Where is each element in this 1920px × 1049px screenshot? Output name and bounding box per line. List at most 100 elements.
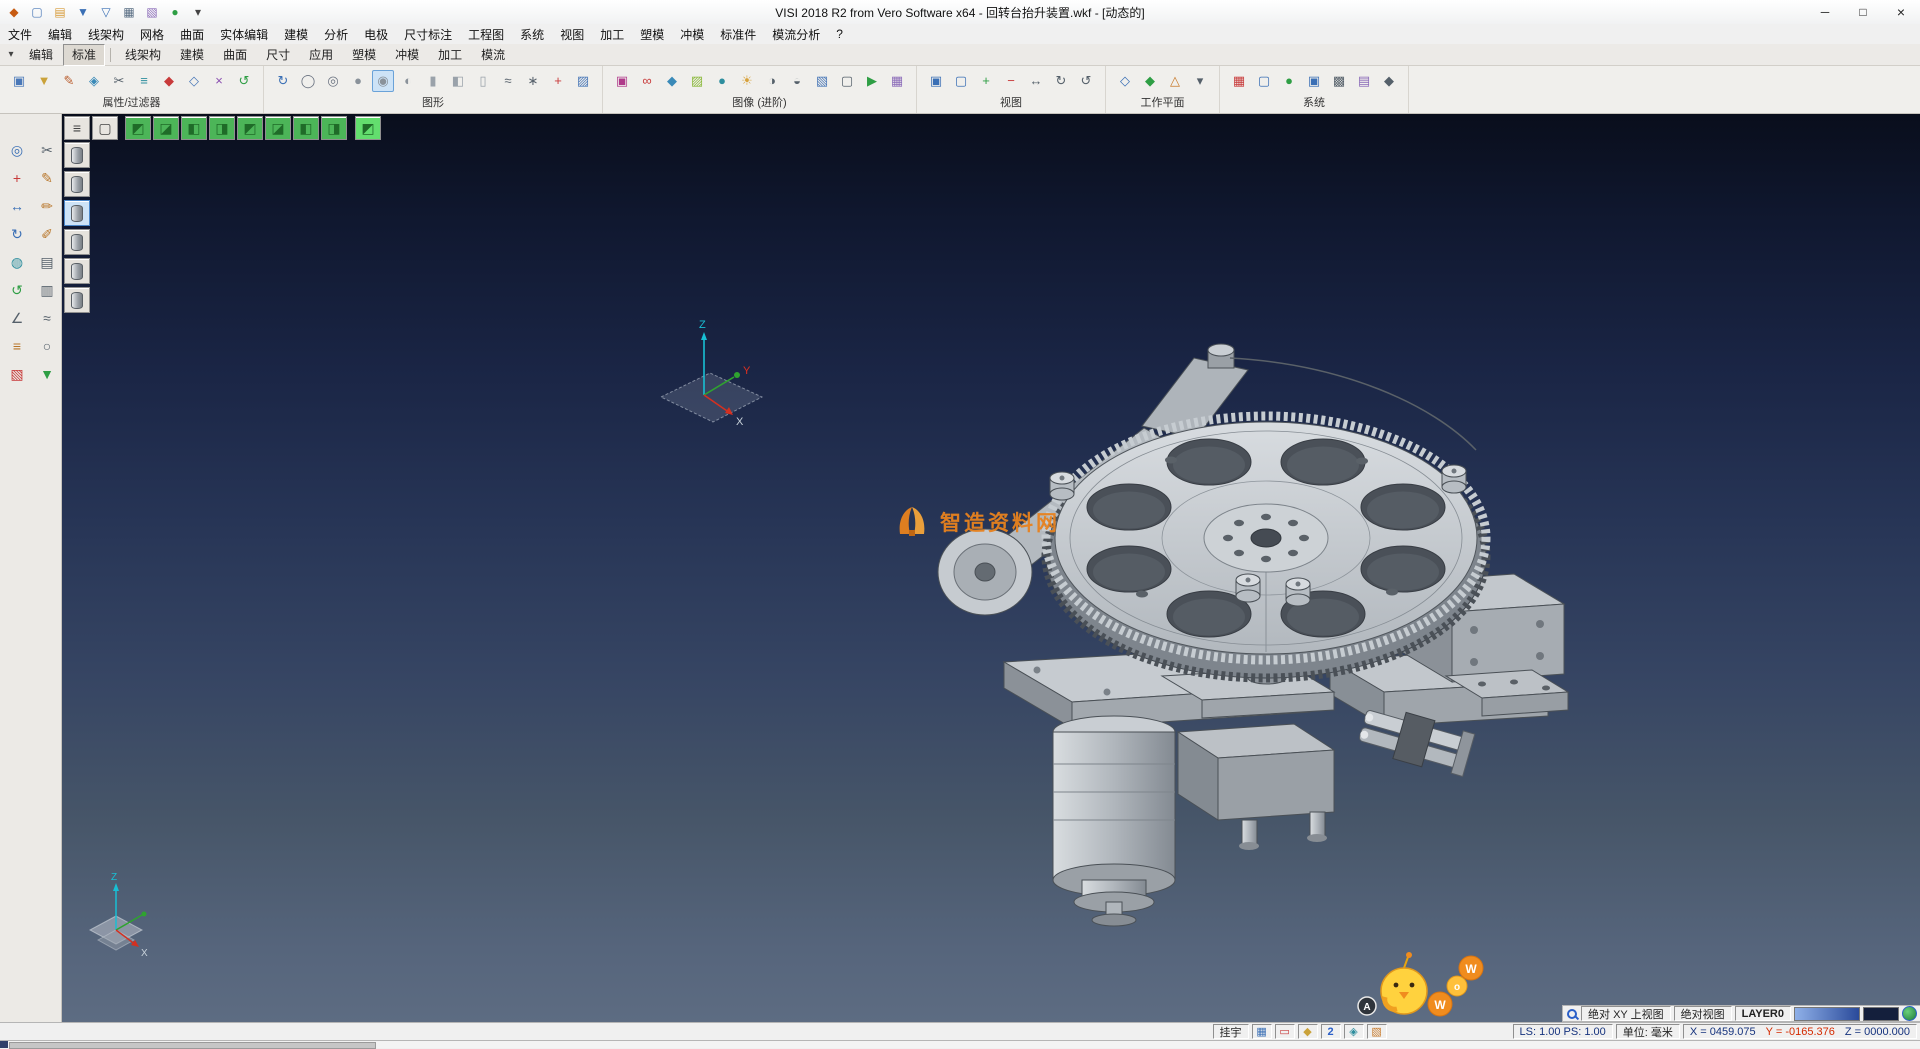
viewport-list-icon[interactable]: ≡	[64, 116, 90, 140]
menu-item[interactable]: 尺寸标注	[396, 26, 460, 43]
animation-icon[interactable]: ▶	[861, 70, 883, 92]
palette-icon[interactable]: ▧	[5, 362, 29, 386]
menu-item[interactable]: 系统	[512, 26, 552, 43]
maximize-button[interactable]: □	[1844, 0, 1882, 24]
database-icon[interactable]: ▤	[1353, 70, 1375, 92]
layer-manager-icon[interactable]: ≡	[133, 70, 155, 92]
menu-item[interactable]: 线架构	[80, 26, 132, 43]
viewport-single-icon[interactable]: ▢	[92, 116, 118, 140]
menu-item[interactable]: 标准件	[712, 26, 764, 43]
minimize-button[interactable]: ─	[1806, 0, 1844, 24]
menu-item[interactable]: 实体编辑	[212, 26, 276, 43]
zoom-in-icon[interactable]: +	[975, 70, 997, 92]
edge-display-icon[interactable]: ▯	[472, 70, 494, 92]
workplane-align-icon[interactable]: △	[1164, 70, 1186, 92]
menu-item[interactable]: 视图	[552, 26, 592, 43]
display-settings-icon[interactable]: ▢	[1253, 70, 1275, 92]
sheet-icon[interactable]: ▤	[35, 250, 59, 274]
redraw-icon[interactable]: ↻	[272, 70, 294, 92]
previous-view-icon[interactable]: ↺	[1075, 70, 1097, 92]
edge-select-icon[interactable]	[64, 200, 90, 226]
menu-item[interactable]: 建模	[276, 26, 316, 43]
pencil-icon[interactable]: ✎	[35, 166, 59, 190]
view-top-icon[interactable]: ◩	[125, 116, 151, 140]
grid-toggle-icon[interactable]: ▦	[1252, 1024, 1272, 1039]
cylinder-preview-icon[interactable]: ▮	[422, 70, 444, 92]
ribbon-tab[interactable]: 模流	[472, 44, 514, 66]
zoom-window-icon[interactable]: ▢	[950, 70, 972, 92]
3d-box-icon[interactable]: ◆	[1378, 70, 1400, 92]
snap-toggle-icon[interactable]: ◆	[1298, 1024, 1318, 1039]
menu-item[interactable]: 文件	[0, 26, 40, 43]
texture-icon[interactable]: ▨	[686, 70, 708, 92]
angle-icon[interactable]: ∠	[5, 306, 29, 330]
workplane-list-icon[interactable]: ▾	[1189, 70, 1211, 92]
match-properties-icon[interactable]: ✎	[58, 70, 80, 92]
ribbon-tab[interactable]: 塑模	[343, 44, 385, 66]
layer-color-swatch[interactable]	[1794, 1007, 1860, 1021]
magnifier-icon[interactable]	[1566, 1008, 1578, 1020]
zoom-all-icon[interactable]: ▣	[925, 70, 947, 92]
horizontal-scrollbar[interactable]	[0, 1040, 1920, 1048]
color-palette-icon[interactable]: ▦	[1228, 70, 1250, 92]
shaded-edge-mode-icon[interactable]: ◉	[372, 70, 394, 92]
note-icon[interactable]: ▥	[35, 278, 59, 302]
snapshot-icon[interactable]: ▢	[836, 70, 858, 92]
export-icon[interactable]: ▼	[35, 362, 59, 386]
antialias-icon[interactable]: ▨	[572, 70, 594, 92]
body-list-icon[interactable]	[64, 287, 90, 313]
window-config-icon[interactable]: ▣	[1303, 70, 1325, 92]
clock-icon[interactable]: ○	[35, 334, 59, 358]
menu-item[interactable]: 塑模	[632, 26, 672, 43]
view-iso-rear-icon[interactable]: ◨	[321, 116, 347, 140]
hidden-line-mode-icon[interactable]: ◎	[322, 70, 344, 92]
type-filter-icon[interactable]: ◇	[183, 70, 205, 92]
stereo-glasses-icon[interactable]: ∞	[636, 70, 658, 92]
ribbon-tab[interactable]: 冲模	[386, 44, 428, 66]
ribbon-tab[interactable]: 标准	[63, 44, 105, 66]
color-filter-icon[interactable]: ◆	[158, 70, 180, 92]
curve-display-icon[interactable]: ≈	[497, 70, 519, 92]
view-right-icon[interactable]: ◪	[265, 116, 291, 140]
body-display-icon[interactable]	[64, 229, 90, 255]
ribbon-tab[interactable]: 编辑	[20, 44, 62, 66]
entity-info-icon[interactable]: ◈	[83, 70, 105, 92]
select-filter-icon[interactable]: ◎	[5, 138, 29, 162]
new-file-icon[interactable]: ▢	[27, 2, 47, 22]
transparent-body-icon[interactable]	[64, 258, 90, 284]
environment-icon[interactable]: ●	[711, 70, 733, 92]
quick-access-caret-icon[interactable]: ▾	[188, 2, 208, 22]
background-color-swatch[interactable]	[1863, 1007, 1899, 1021]
menu-item[interactable]: 冲模	[672, 26, 712, 43]
workplane-icon[interactable]: ◇	[1114, 70, 1136, 92]
frame-toggle-icon[interactable]: ▭	[1275, 1024, 1295, 1039]
tab-overflow-caret-icon[interactable]: ▾	[4, 49, 18, 60]
import-icon[interactable]: ▧	[142, 2, 162, 22]
view-front-icon[interactable]: ◧	[181, 116, 207, 140]
menu-item[interactable]: 分析	[316, 26, 356, 43]
active-layer-label[interactable]: LAYER0	[1735, 1006, 1791, 1021]
save-icon[interactable]: ▼	[73, 2, 93, 22]
reset-filter-icon[interactable]: ↺	[233, 70, 255, 92]
translucency-icon[interactable]: ◐	[397, 70, 419, 92]
print-icon[interactable]: ▦	[119, 2, 139, 22]
grid-settings-icon[interactable]: ▩	[1328, 70, 1350, 92]
ribbon-tab[interactable]: 加工	[429, 44, 471, 66]
filter-icon[interactable]: ▼	[33, 70, 55, 92]
menu-item[interactable]: 曲面	[172, 26, 212, 43]
globe-icon[interactable]	[1902, 1006, 1917, 1021]
close-button[interactable]: ×	[1882, 0, 1920, 24]
numeric-input-icon[interactable]: 2	[1321, 1024, 1341, 1039]
orbit-icon[interactable]: ◍	[5, 250, 29, 274]
material-icon[interactable]: ◆	[661, 70, 683, 92]
ribbon-tab[interactable]: 应用	[300, 44, 342, 66]
advanced-render-icon[interactable]: ▣	[611, 70, 633, 92]
wireframe-mode-icon[interactable]: ◯	[297, 70, 319, 92]
ribbon-tab[interactable]: 线架构	[116, 44, 170, 66]
list-icon[interactable]: ≡	[5, 334, 29, 358]
section-view-icon[interactable]: ◧	[447, 70, 469, 92]
point-display-icon[interactable]: ∗	[522, 70, 544, 92]
view-back-icon[interactable]: ◨	[209, 116, 235, 140]
view-bottom-icon[interactable]: ◪	[153, 116, 179, 140]
erase-filter-icon[interactable]: ×	[208, 70, 230, 92]
